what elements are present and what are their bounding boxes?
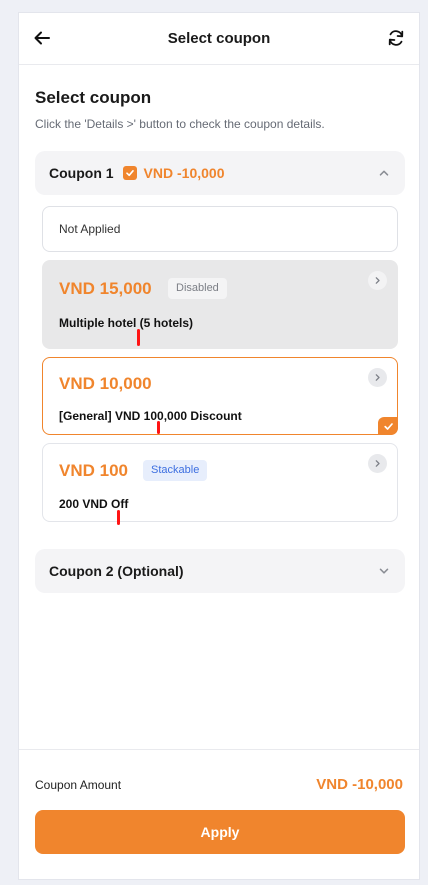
coupon-price: VND 15,000 [59, 279, 152, 298]
checkmark-icon [122, 166, 137, 180]
coupon-price: VND 100 [59, 461, 128, 480]
annotation-mark [117, 510, 120, 525]
refresh-icon[interactable] [387, 29, 405, 47]
coupon-name: 200 VND Off [59, 497, 129, 511]
annotation-mark [157, 421, 160, 434]
coupon-2-accordion[interactable]: Coupon 2 (Optional) [35, 549, 405, 593]
chevron-right-icon[interactable] [368, 271, 387, 290]
section-title: Select coupon [35, 88, 152, 107]
chevron-right-icon[interactable] [368, 368, 387, 387]
coupon-screen: Select coupon Select coupon Click the 'D… [18, 12, 420, 880]
section-description: Click the 'Details >' button to check th… [35, 117, 325, 131]
coupon-name: [General] VND 100,000 Discount [59, 409, 242, 423]
coupon-price: VND 10,000 [59, 374, 152, 393]
coupon-card-stackable[interactable]: VND 100 Stackable 200 VND Off [42, 443, 398, 522]
page-title: Select coupon [167, 30, 271, 47]
coupon-2-label: Coupon 2 (Optional) [49, 563, 184, 579]
chevron-up-icon [379, 170, 389, 176]
coupon-1-applied-amount: VND -10,000 [143, 165, 225, 181]
coupon-card-selected[interactable]: VND 10,000 [General] VND 100,000 Discoun… [42, 357, 398, 435]
stackable-badge: Stackable [143, 460, 208, 481]
disabled-badge: Disabled [168, 278, 227, 299]
selected-check-icon [378, 417, 398, 435]
coupon-1-label: Coupon 1 [49, 165, 114, 181]
chevron-down-icon [379, 568, 389, 574]
arrow-left-icon[interactable] [33, 29, 51, 47]
coupon-1-accordion[interactable]: Coupon 1 VND -10,000 [35, 151, 405, 195]
annotation-mark [137, 329, 140, 346]
coupon-name: Multiple hotel (5 hotels) [59, 316, 193, 330]
chevron-right-icon[interactable] [368, 454, 387, 473]
top-bar: Select coupon [19, 13, 419, 65]
not-applied-option[interactable]: Not Applied [42, 206, 398, 252]
footer-divider [19, 749, 419, 750]
coupon-card-disabled[interactable]: VND 15,000 Disabled Multiple hotel (5 ho… [42, 260, 398, 349]
apply-button[interactable]: Apply [35, 810, 405, 854]
coupon-amount-value: VND -10,000 [316, 776, 403, 793]
coupon-amount-label: Coupon Amount [35, 778, 122, 792]
